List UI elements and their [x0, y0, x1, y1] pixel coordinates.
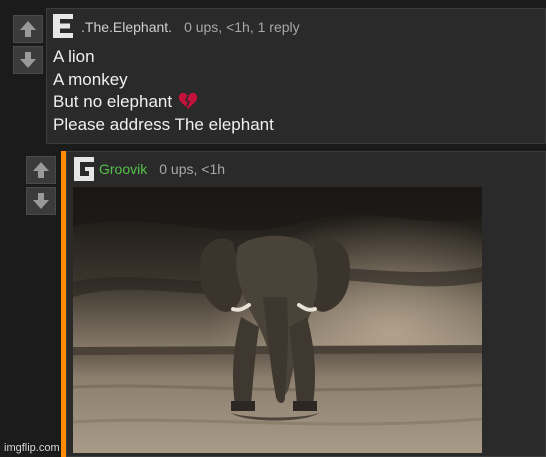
comment-elephant: .The.Elephant. 0 ups, <1h, 1 reply A lio… [46, 8, 546, 144]
avatar [53, 14, 73, 38]
comment-body: A lion A monkey But no elephant Please a… [53, 46, 274, 136]
body-line-3: But no elephant [53, 91, 274, 114]
arrow-down-icon [33, 193, 49, 209]
comment-meta: .The.Elephant. 0 ups, <1h, 1 reply [81, 19, 300, 35]
imgflip-watermark: imgflip.com [4, 442, 60, 454]
comment-stats: 0 ups, <1h [159, 161, 226, 177]
comment1-votes [13, 15, 43, 74]
comment-stats: 0 ups, <1h, 1 reply [184, 19, 300, 35]
arrow-down-icon [20, 52, 36, 68]
body-line-2: A monkey [53, 69, 128, 89]
comment2-votes [26, 156, 56, 215]
upvote-button[interactable] [13, 15, 43, 43]
elephant-photo [73, 187, 482, 453]
broken-heart-icon [178, 92, 198, 109]
comment-meta: Groovik 0 ups, <1h [99, 161, 225, 177]
downvote-button[interactable] [13, 46, 43, 74]
body-line-1: A lion [53, 47, 95, 66]
arrow-up-icon [33, 162, 49, 178]
avatar [74, 157, 94, 181]
body-line-4: Please address The elephant [53, 114, 274, 134]
comment-image[interactable] [73, 187, 482, 453]
arrow-up-icon [20, 21, 36, 37]
upvote-button[interactable] [26, 156, 56, 184]
comment-groovik: Groovik 0 ups, <1h [66, 151, 546, 457]
username[interactable]: Groovik [99, 161, 147, 177]
username[interactable]: .The.Elephant. [81, 19, 172, 35]
downvote-button[interactable] [26, 187, 56, 215]
